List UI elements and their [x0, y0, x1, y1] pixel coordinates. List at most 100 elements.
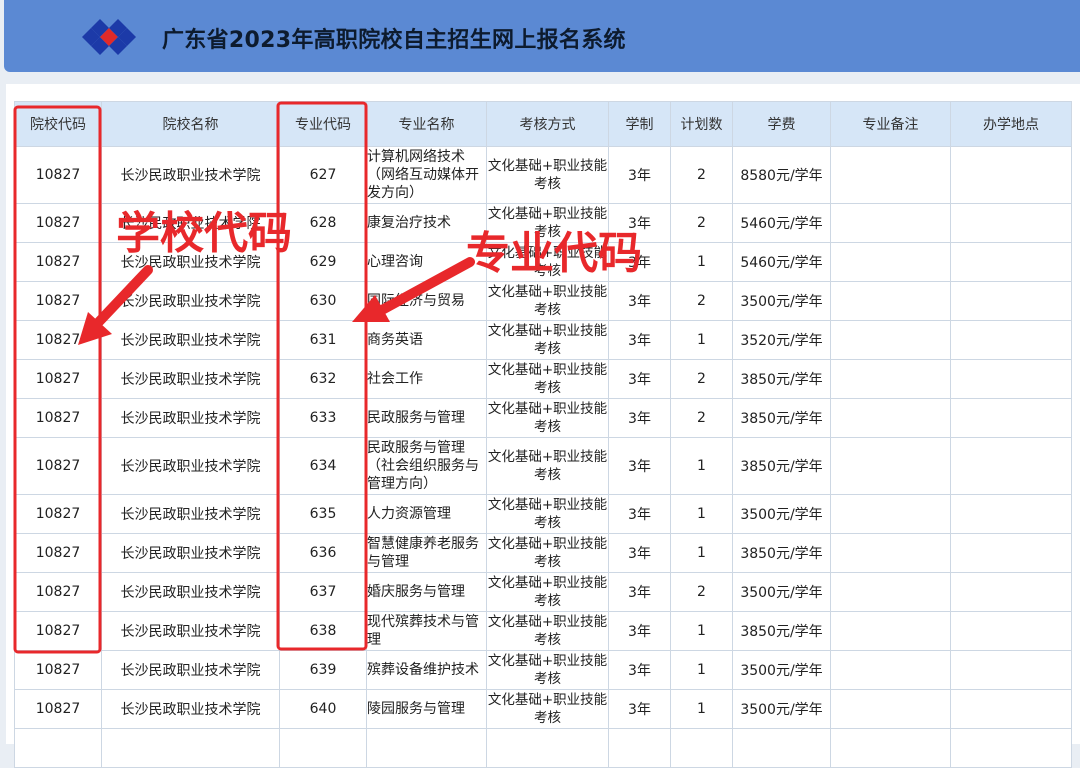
- cell-location: [950, 611, 1072, 651]
- cell-years: 3年: [608, 689, 671, 729]
- cell-fee: 5460元/学年: [732, 242, 831, 282]
- cell-exam: 文化基础+职业技能考核: [486, 494, 609, 534]
- cell-location: [950, 146, 1072, 204]
- cell-note: [830, 398, 951, 438]
- cell-school-name: 长沙民政职业技术学院: [101, 611, 280, 651]
- cell-location: [950, 728, 1072, 768]
- cell-fee: 5460元/学年: [732, 203, 831, 243]
- cell-note: [830, 728, 951, 768]
- app-header: 广东省2023年高职院校自主招生网上报名系统: [4, 0, 1080, 72]
- cell-exam: 文化基础+职业技能考核: [486, 437, 609, 495]
- cell-location: [950, 359, 1072, 399]
- table-row[interactable]: 10827 长沙民政职业技术学院 630 国际经济与贸易 文化基础+职业技能考核 3年 2 3…: [14, 281, 1072, 321]
- cell-fee: 3500元/学年: [732, 650, 831, 690]
- cell-major-code: 640: [279, 689, 367, 729]
- table-row[interactable]: 10827 长沙民政职业技术学院 631 商务英语 文化基础+职业技能考核 3年 1 3520…: [14, 320, 1072, 360]
- table-row[interactable]: 10827 长沙民政职业技术学院 633 民政服务与管理 文化基础+职业技能考核 3年 2 3…: [14, 398, 1072, 438]
- cell-major-name: 殡葬设备维护技术: [366, 650, 487, 690]
- table-row[interactable]: 10827 长沙民政职业技术学院 638 现代殡葬技术与管理 文化基础+职业技能考核 3年…: [14, 611, 1072, 651]
- cell-major-name: 人力资源管理: [366, 494, 487, 534]
- cell-location: [950, 572, 1072, 612]
- cell-major-name: 智慧健康养老服务与管理: [366, 533, 487, 573]
- cell-years: 3年: [608, 398, 671, 438]
- cell-major-code: 636: [279, 533, 367, 573]
- cell-note: [830, 437, 951, 495]
- cell-school-code: [14, 728, 102, 768]
- cell-school-code: 10827: [14, 242, 102, 282]
- cell-school-code: 10827: [14, 398, 102, 438]
- cell-major-code: 635: [279, 494, 367, 534]
- cell-school-name: 长沙民政职业技术学院: [101, 398, 280, 438]
- table-row[interactable]: [14, 728, 1072, 768]
- table-row[interactable]: 10827 长沙民政职业技术学院 636 智慧健康养老服务与管理 文化基础+职业技能考核…: [14, 533, 1072, 573]
- cell-fee: 3500元/学年: [732, 572, 831, 612]
- major-code-annotation-label: 专业代码: [466, 228, 642, 279]
- cell-school-code: 10827: [14, 572, 102, 612]
- table-row[interactable]: 10827 长沙民政职业技术学院 634 民政服务与管理（社会组织服务与管理方向） 文化…: [14, 437, 1072, 495]
- cell-plan: 2: [670, 146, 733, 204]
- cell-note: [830, 611, 951, 651]
- table-row[interactable]: 10827 长沙民政职业技术学院 637 婚庆服务与管理 文化基础+职业技能考核 3年 2 3…: [14, 572, 1072, 612]
- cell-major-name: 婚庆服务与管理: [366, 572, 487, 612]
- cell-years: 3年: [608, 281, 671, 321]
- cell-years: 3年: [608, 359, 671, 399]
- cell-exam: 文化基础+职业技能考核: [486, 533, 609, 573]
- col-header-plan-count[interactable]: 计划数: [670, 101, 733, 147]
- col-header-tuition[interactable]: 学费: [732, 101, 831, 147]
- cell-school-code: 10827: [14, 359, 102, 399]
- cell-major-code: [279, 728, 367, 768]
- cell-years: 3年: [608, 320, 671, 360]
- cell-major-code: 627: [279, 146, 367, 204]
- table-row[interactable]: 10827 长沙民政职业技术学院 632 社会工作 文化基础+职业技能考核 3年 2 3850…: [14, 359, 1072, 399]
- col-header-major-note[interactable]: 专业备注: [830, 101, 951, 147]
- cell-major-code: 629: [279, 242, 367, 282]
- cell-major-name: 现代殡葬技术与管理: [366, 611, 487, 651]
- cell-exam: [486, 728, 609, 768]
- col-header-major-name[interactable]: 专业名称: [366, 101, 487, 147]
- cell-school-code: 10827: [14, 203, 102, 243]
- cell-location: [950, 398, 1072, 438]
- table-row[interactable]: 10827 长沙民政职业技术学院 639 殡葬设备维护技术 文化基础+职业技能考核 3年 1…: [14, 650, 1072, 690]
- col-header-school-name[interactable]: 院校名称: [101, 101, 280, 147]
- col-header-duration[interactable]: 学制: [608, 101, 671, 147]
- table-row[interactable]: 10827 长沙民政职业技术学院 635 人力资源管理 文化基础+职业技能考核 3年 1 35…: [14, 494, 1072, 534]
- cell-fee: 3500元/学年: [732, 689, 831, 729]
- cell-location: [950, 533, 1072, 573]
- cell-school-code: 10827: [14, 320, 102, 360]
- col-header-school-code[interactable]: 院校代码: [14, 101, 102, 147]
- cell-school-name: 长沙民政职业技术学院: [101, 533, 280, 573]
- cell-plan: 1: [670, 242, 733, 282]
- cell-plan: 1: [670, 437, 733, 495]
- cell-school-name: 长沙民政职业技术学院: [101, 146, 280, 204]
- cell-school-name: 长沙民政职业技术学院: [101, 572, 280, 612]
- cell-note: [830, 494, 951, 534]
- cell-plan: 2: [670, 572, 733, 612]
- cell-school-name: 长沙民政职业技术学院: [101, 494, 280, 534]
- cell-years: 3年: [608, 146, 671, 204]
- cell-major-name: 计算机网络技术（网络互动媒体开发方向）: [366, 146, 487, 204]
- table-row[interactable]: 10827 长沙民政职业技术学院 640 陵园服务与管理 文化基础+职业技能考核 3年 1 3…: [14, 689, 1072, 729]
- cell-school-name: 长沙民政职业技术学院: [101, 320, 280, 360]
- cell-plan: 1: [670, 533, 733, 573]
- cell-school-name: 长沙民政职业技术学院: [101, 689, 280, 729]
- cell-fee: 3850元/学年: [732, 611, 831, 651]
- cell-school-name: 长沙民政职业技术学院: [101, 281, 280, 321]
- cell-years: 3年: [608, 533, 671, 573]
- table-row[interactable]: 10827 长沙民政职业技术学院 627 计算机网络技术（网络互动媒体开发方向） 文化基…: [14, 146, 1072, 204]
- cell-exam: 文化基础+职业技能考核: [486, 146, 609, 204]
- cell-fee: 8580元/学年: [732, 146, 831, 204]
- col-header-exam-method[interactable]: 考核方式: [486, 101, 609, 147]
- cell-note: [830, 359, 951, 399]
- cell-major-code: 638: [279, 611, 367, 651]
- cell-years: [608, 728, 671, 768]
- diamond-logo-icon: [82, 19, 136, 55]
- col-header-location[interactable]: 办学地点: [950, 101, 1072, 147]
- cell-major-code: 639: [279, 650, 367, 690]
- cell-fee: 3500元/学年: [732, 281, 831, 321]
- cell-major-name: 商务英语: [366, 320, 487, 360]
- cell-school-name: 长沙民政职业技术学院: [101, 650, 280, 690]
- cell-major-name: 陵园服务与管理: [366, 689, 487, 729]
- cell-exam: 文化基础+职业技能考核: [486, 320, 609, 360]
- cell-major-name: 民政服务与管理: [366, 398, 487, 438]
- col-header-major-code[interactable]: 专业代码: [279, 101, 367, 147]
